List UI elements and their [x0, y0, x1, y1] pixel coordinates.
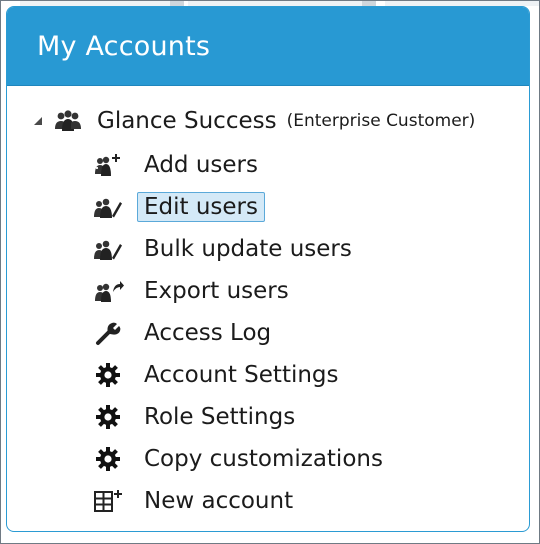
edit-users-icon — [89, 192, 127, 222]
tree-item-role-settings[interactable]: Role Settings — [89, 398, 302, 436]
gear-icon — [89, 444, 127, 474]
tree-item-access-log[interactable]: Access Log — [89, 314, 278, 352]
my-accounts-panel: My Accounts Glance Success (Enterprise C… — [6, 6, 530, 532]
panel-header: My Accounts — [7, 7, 529, 86]
tree-item-edit-users[interactable]: Edit users — [89, 188, 266, 226]
tree-item-export-users[interactable]: Export users — [89, 272, 296, 310]
gear-icon — [89, 402, 127, 432]
item-label: Account Settings — [144, 362, 339, 388]
bulk-update-users-icon — [89, 234, 127, 264]
item-label: Access Log — [144, 320, 272, 346]
item-label: Copy customizations — [144, 446, 383, 472]
item-label: Bulk update users — [144, 236, 352, 262]
panel-title: My Accounts — [37, 30, 211, 62]
collapse-triangle-icon[interactable] — [31, 114, 45, 128]
tree-root-account[interactable]: Glance Success (Enterprise Customer) — [31, 103, 475, 139]
item-label: Role Settings — [144, 404, 296, 430]
item-label: Add users — [144, 152, 258, 178]
item-label: Export users — [144, 278, 289, 304]
root-account-type: (Enterprise Customer) — [286, 111, 476, 131]
gear-icon — [89, 360, 127, 390]
item-label: New account — [144, 488, 294, 514]
add-users-icon — [89, 150, 127, 180]
users-group-icon — [51, 107, 85, 135]
tree-item-copy-customizations[interactable]: Copy customizations — [89, 440, 390, 478]
root-account-label: Glance Success — [97, 108, 277, 134]
new-account-icon — [89, 486, 127, 516]
item-label: Edit users — [137, 192, 266, 222]
export-users-icon — [89, 276, 127, 306]
tree-item-bulk-update-users[interactable]: Bulk update users — [89, 230, 359, 268]
tree-item-account-settings[interactable]: Account Settings — [89, 356, 346, 394]
tree-item-new-account[interactable]: New account — [89, 482, 300, 520]
wrench-icon — [89, 318, 127, 348]
tree-item-add-users[interactable]: Add users — [89, 146, 265, 184]
